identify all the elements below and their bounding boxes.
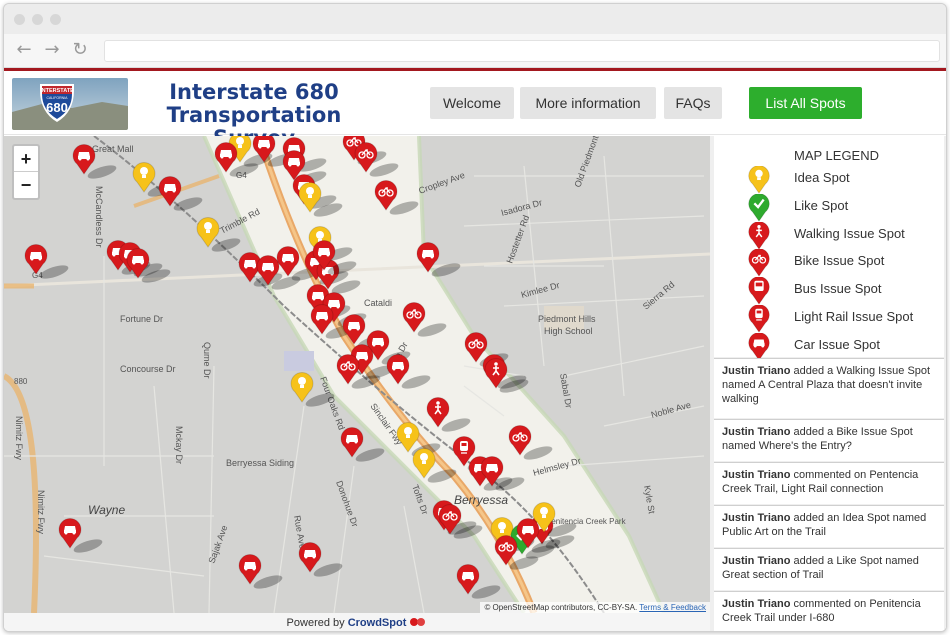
map-attribution: © OpenStreetMap contributors, CC-BY-SA. … (480, 602, 710, 613)
shield-top-text: INTERSTATE (40, 88, 74, 94)
map-label-qume: Qume Dr (202, 342, 212, 379)
legend-item-label: Bike Issue Spot (794, 253, 885, 269)
feed-user[interactable]: Justin Triano (722, 469, 790, 481)
window-maximize-dot[interactable] (50, 14, 61, 25)
title-bar (4, 4, 946, 34)
activity-feed-item[interactable]: Justin Triano added a Walking Issue Spot… (714, 358, 944, 418)
website: INTERSTATE CALIFORNIA 680 Interstate 680… (4, 68, 946, 631)
powered-by-label: Powered by (286, 617, 345, 629)
legend-item: Light Rail Issue Spot (746, 305, 942, 333)
map-label-piedmont-hills: Piedmont Hills (538, 314, 596, 324)
legend-item-label: Light Rail Issue Spot (794, 309, 914, 324)
map-label-great-mall: Great Mall (92, 144, 134, 154)
legend-item-label: Walking Issue Spot (794, 225, 905, 241)
legend-item: Bike Issue Spot (746, 249, 942, 278)
attribution-text: © OpenStreetMap contributors, CC-BY-SA. (484, 603, 638, 612)
bus-icon (748, 277, 770, 306)
map-label-high-school: High School (544, 326, 593, 336)
feed-user[interactable]: Justin Triano (722, 555, 790, 567)
window-minimize-dot[interactable] (32, 14, 43, 25)
feed-user[interactable]: Justin Triano (722, 426, 790, 438)
legend-item: Bus Issue Spot (746, 277, 942, 306)
map-label-concourse: Concourse Dr (120, 364, 176, 374)
feed-user[interactable]: Justin Triano (722, 365, 790, 377)
map-label-penitencia: Penitencia Creek Park (546, 517, 627, 526)
legend-item-label: Bus Issue Spot (794, 281, 882, 297)
map-canvas[interactable]: Great Mall G4 G4 Trimble Rd McCandless D… (4, 136, 710, 613)
walking-icon (748, 221, 770, 250)
terms-feedback-link[interactable]: Terms & Feedback (639, 603, 706, 612)
map-label-wayne: Wayne (88, 503, 125, 517)
crowdspot-brand[interactable]: CrowdSpot (348, 617, 407, 629)
legend-item: Walking Issue Spot (746, 221, 942, 250)
checkmark-icon (748, 193, 770, 222)
map-label-nimitz-2: Nimitz Fwy (36, 490, 46, 534)
legend-item: Car Issue Spot (746, 332, 942, 361)
map-label-berryessa-siding: Berryessa Siding (226, 458, 294, 468)
map-label-880: 880 (14, 377, 28, 386)
list-all-spots-button[interactable]: List All Spots (749, 87, 862, 119)
legend-item-label: Car Issue Spot (794, 336, 880, 352)
bike-icon (748, 249, 770, 278)
browser-window: ← → ↻ INTERSTATE CALIFORNIA 680 Intersta… (3, 3, 947, 632)
activity-feed-item[interactable]: Justin Triano added an Idea Spot named P… (714, 505, 944, 547)
map-legend: MAP LEGEND Idea Spot Like Spot Walking Iss… (714, 136, 944, 361)
map-view[interactable]: Great Mall G4 G4 Trimble Rd McCandless D… (4, 136, 710, 613)
back-arrow-icon[interactable]: ← (14, 40, 34, 60)
activity-feed-item[interactable]: Justin Triano commented on Pentencia Cre… (714, 462, 944, 504)
site-header: INTERSTATE CALIFORNIA 680 Interstate 680… (4, 71, 946, 150)
map-label-cataldi: Cataldi (364, 298, 392, 308)
forward-arrow-icon[interactable]: → (42, 40, 62, 60)
shield-number-text: 680 (46, 100, 68, 115)
map-label-mccandless: McCandless Dr (94, 186, 104, 248)
faqs-button[interactable]: FAQs (664, 87, 722, 119)
light-rail-icon (748, 305, 770, 333)
welcome-button[interactable]: Welcome (430, 87, 514, 119)
reload-icon[interactable]: ↻ (70, 40, 90, 60)
lightbulb-icon (748, 166, 770, 194)
interstate-shield-logo[interactable]: INTERSTATE CALIFORNIA 680 (12, 78, 128, 130)
legend-item: Like Spot (746, 193, 942, 222)
more-information-button[interactable]: More information (520, 87, 656, 119)
legend-item: Idea Spot (746, 166, 942, 194)
browser-toolbar: ← → ↻ (4, 34, 946, 68)
activity-feed-item[interactable]: Justin Triano added a Bike Issue Spot na… (714, 419, 944, 461)
legend-item-label: Idea Spot (794, 170, 850, 185)
address-bar[interactable] (104, 40, 940, 62)
activity-feed-item[interactable]: Justin Triano added a Like Spot named Gr… (714, 548, 944, 590)
map-label-nimitz-1: Nimitz Fwy (14, 416, 24, 460)
zoom-in-button[interactable]: + (14, 146, 38, 172)
legend-title: MAP LEGEND (794, 148, 880, 163)
legend-item-label: Like Spot (794, 197, 849, 213)
zoom-control: + − (12, 144, 40, 200)
activity-feed-item[interactable]: Justin Triano commented on Penitencia Cr… (714, 591, 944, 631)
title-line-1: Interstate 680 (169, 80, 339, 104)
map-label-mckay: Mckay Dr (174, 426, 184, 464)
powered-by-footer: Powered by CrowdSpot (4, 613, 710, 631)
window-close-dot[interactable] (14, 14, 25, 25)
feed-user[interactable]: Justin Triano (722, 512, 790, 524)
feed-user[interactable]: Justin Triano (722, 598, 790, 610)
map-label-fortune: Fortune Dr (120, 314, 163, 324)
map-label-berryessa: Berryessa (454, 493, 508, 507)
zoom-out-button[interactable]: − (14, 172, 38, 198)
crowdspot-logo-icon (410, 618, 426, 627)
sidebar: MAP LEGEND Idea Spot Like Spot Walking Iss… (710, 136, 946, 631)
car-icon (748, 332, 770, 361)
